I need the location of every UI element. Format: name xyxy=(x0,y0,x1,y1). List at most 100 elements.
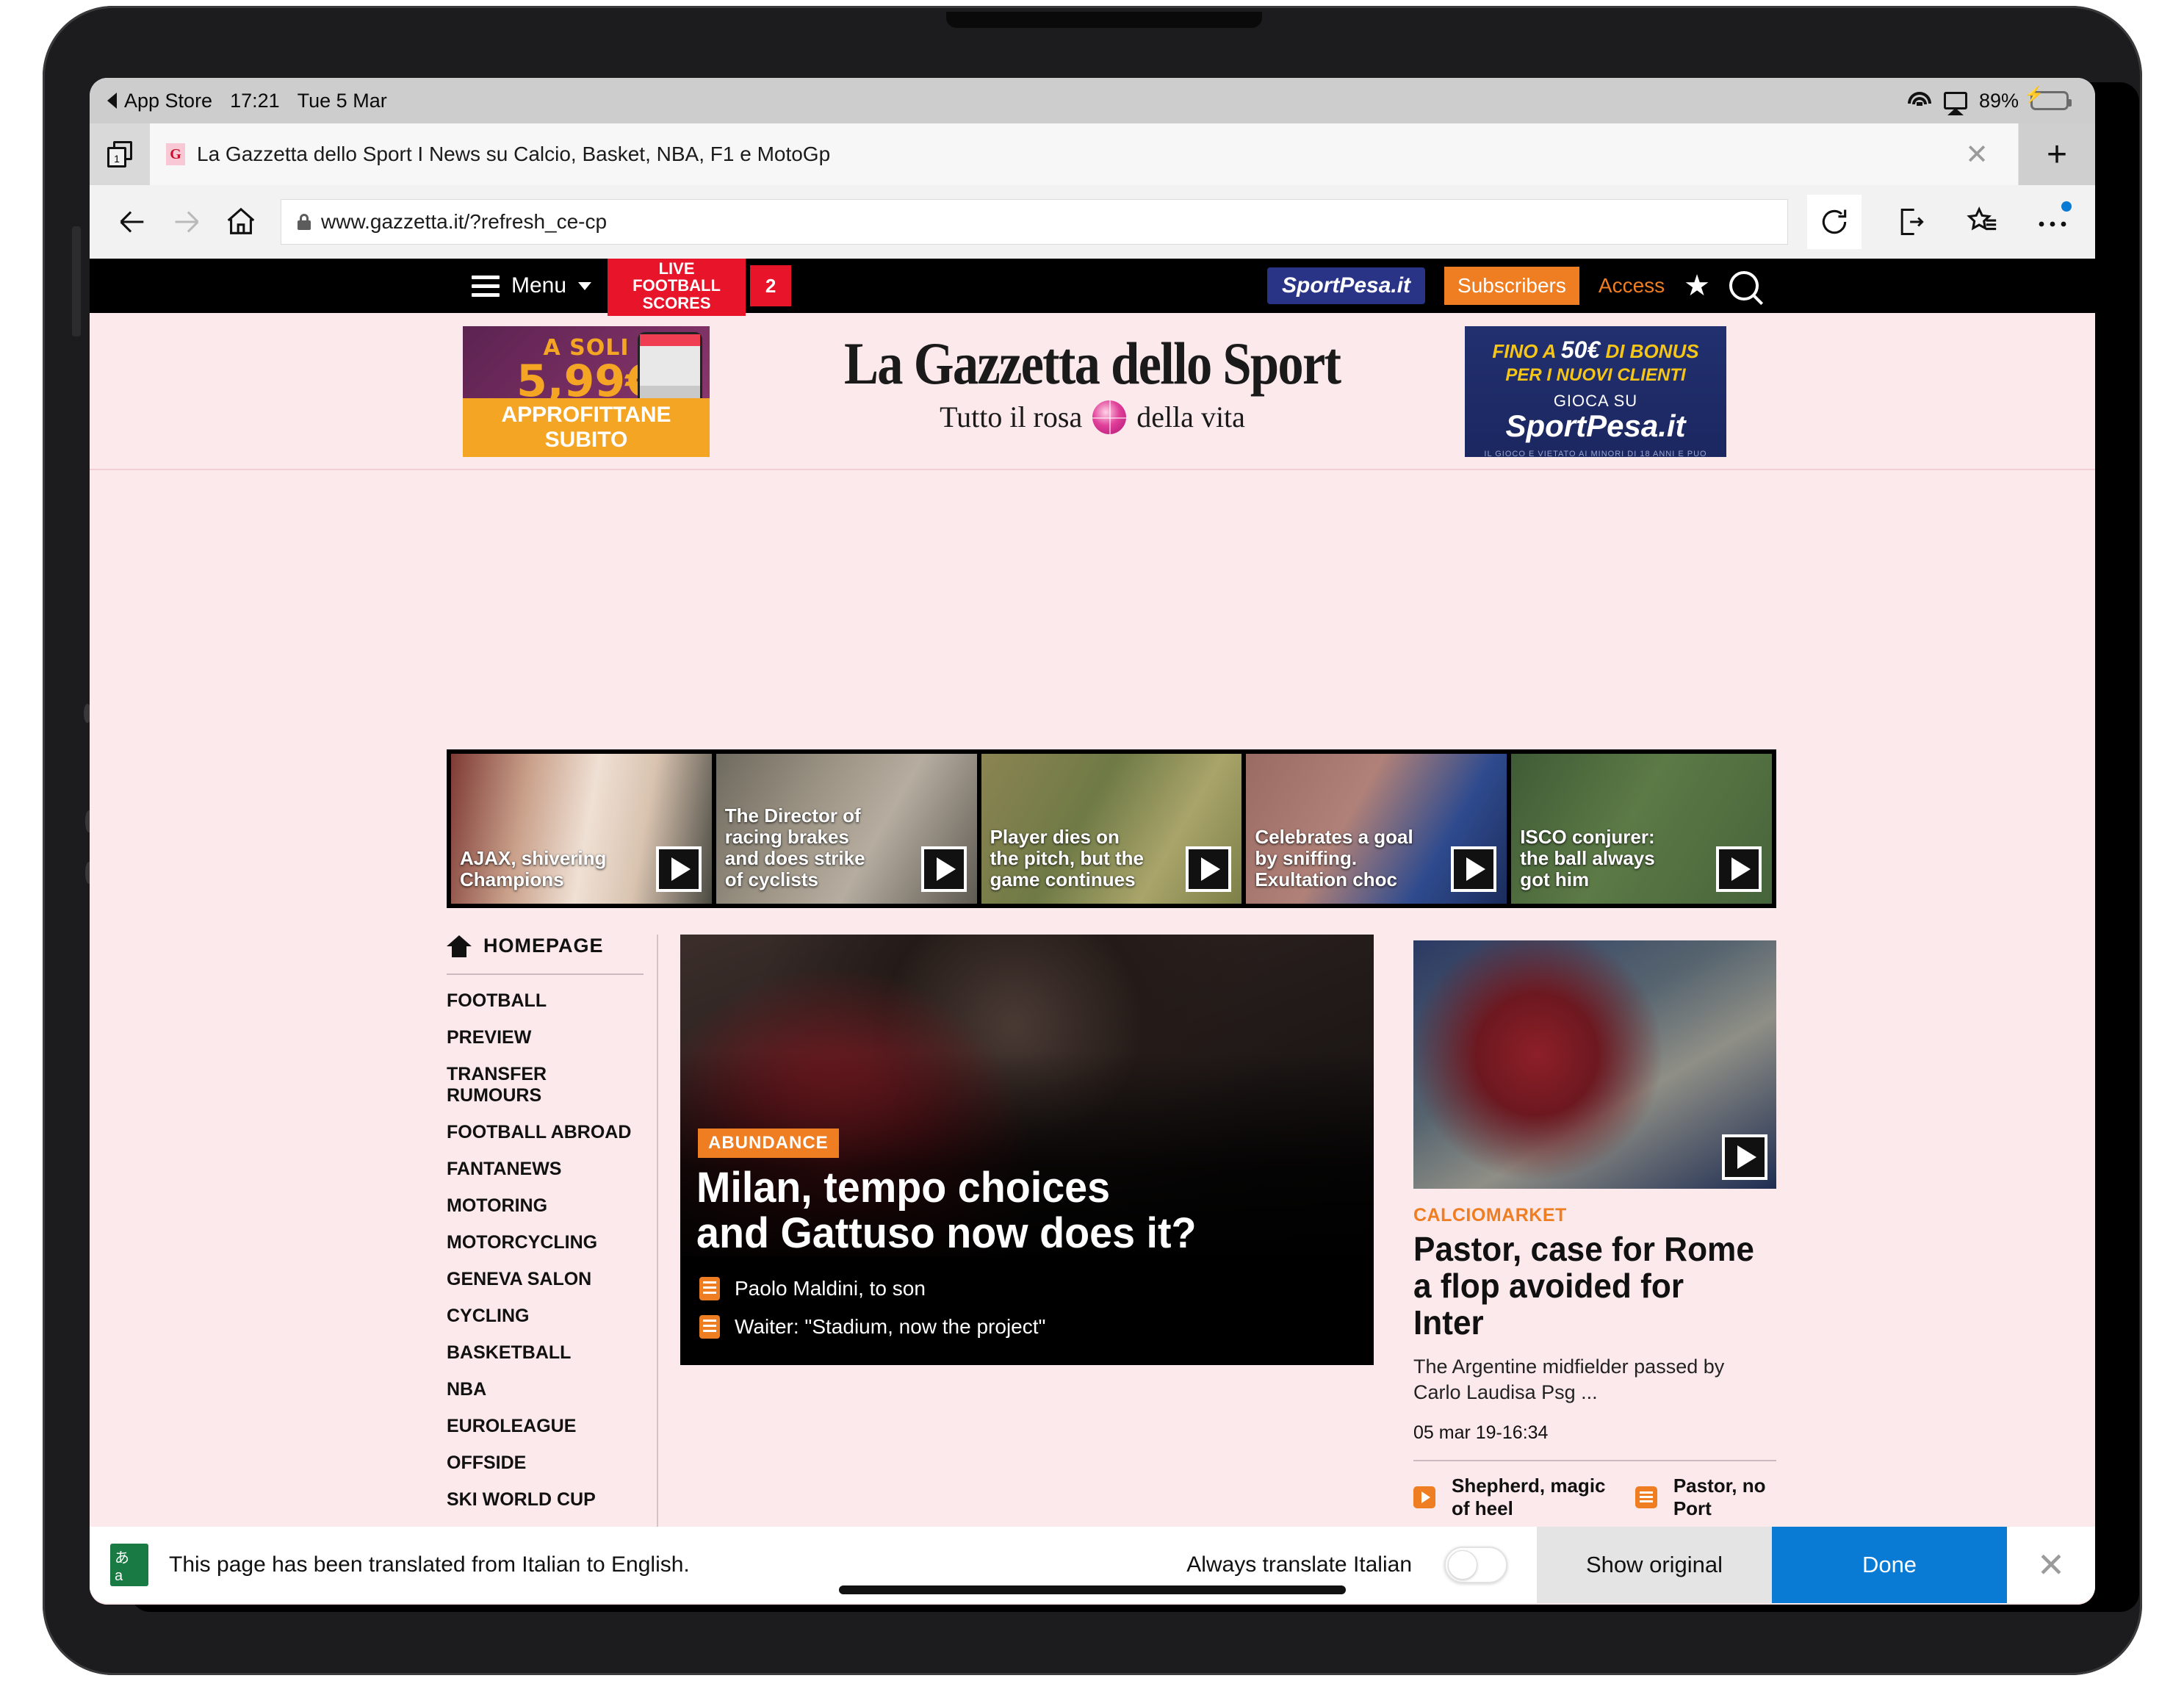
sidebar-item-motoring[interactable]: MOTORING xyxy=(447,1180,644,1217)
play-icon[interactable] xyxy=(1451,846,1497,892)
video-card[interactable]: Player dies on the pitch, but the game c… xyxy=(981,754,1242,904)
sidebar-item-ski-world-cup[interactable]: SKI WORLD CUP xyxy=(447,1474,644,1511)
video-caption: ISCO conjurer: the ball always got him xyxy=(1520,825,1655,890)
tab-list-button[interactable]: 1 xyxy=(90,123,150,185)
tagline-left: Tutto il rosa xyxy=(940,400,1083,433)
reload-icon[interactable] xyxy=(1807,195,1862,249)
live-scores-count-badge[interactable]: 2 xyxy=(750,265,792,306)
done-button[interactable]: Done xyxy=(1772,1527,2007,1603)
hero-link-item[interactable]: Waiter: "Stadium, now the project" xyxy=(680,1308,1374,1346)
device-notch xyxy=(946,12,1262,28)
favorites-star-icon[interactable] xyxy=(1961,201,2003,242)
status-bar-left: App Store 17:21 Tue 5 Mar xyxy=(107,90,387,112)
article-icon[interactable] xyxy=(1635,1486,1657,1508)
back-app-label[interactable]: App Store xyxy=(124,90,212,112)
hero-link-item[interactable]: Paolo Maldini, to son xyxy=(680,1270,1374,1308)
video-carousel[interactable]: AJAX, shivering Champions The Director o… xyxy=(447,749,1776,908)
web-page-viewport[interactable]: Menu LIVE FOOTBALL SCORES 2 SportPesa.it… xyxy=(90,259,2095,1605)
sidebar-item-geneva-salon[interactable]: GENEVA SALON xyxy=(447,1253,644,1290)
play-icon[interactable] xyxy=(1715,846,1762,892)
sidebar-item-label: FOOTBALL ABROAD xyxy=(447,1122,632,1142)
live-football-scores-button[interactable]: LIVE FOOTBALL SCORES xyxy=(608,259,746,316)
play-icon[interactable] xyxy=(1413,1486,1435,1508)
close-tab-icon[interactable]: ✕ xyxy=(1952,138,2002,171)
back-arrow-icon[interactable] xyxy=(112,201,153,242)
battery-percent-label: 89% xyxy=(1978,89,2019,112)
sidebar-item-cycling[interactable]: CYCLING xyxy=(447,1290,644,1327)
toggle-knob xyxy=(1448,1550,1477,1580)
secondary-article[interactable]: CALCIOMARKET Pastor, case for Rome a flo… xyxy=(1413,940,1776,1520)
ad-right-amount: 50€ xyxy=(1560,336,1601,363)
sidebar-item-fantanews[interactable]: FANTANEWS xyxy=(447,1143,644,1180)
sidebar-item-transfer-rumours[interactable]: TRANSFER RUMOURS xyxy=(447,1048,644,1106)
secondary-article-headline: Pastor, case for Rome a flop avoided for… xyxy=(1413,1231,1762,1342)
video-card[interactable]: The Director of racing brakes and does s… xyxy=(716,754,977,904)
video-caption: AJAX, shivering Champions xyxy=(460,846,607,890)
home-indicator[interactable] xyxy=(838,1585,1346,1594)
hero-image: ABUNDANCE Milan, tempo choices and Gattu… xyxy=(680,935,1374,1258)
sportpesa-ad-banner[interactable]: FINO A 50€ DI BONUS PER I NUOVI CLIENTI … xyxy=(1465,326,1726,457)
tab-title: La Gazzetta dello Sport I News su Calcio… xyxy=(197,143,831,165)
tabs-icon: 1 xyxy=(107,141,132,168)
browser-nav-bar: www.gazzetta.it/?refresh_ce-cp xyxy=(90,185,2095,259)
play-icon[interactable] xyxy=(655,846,702,892)
subscribers-button[interactable]: Subscribers xyxy=(1444,267,1579,305)
video-card[interactable]: Celebrates a goal by sniffing. Exultatio… xyxy=(1246,754,1507,904)
ad-right-line2: PER I NUOVI CLIENTI xyxy=(1505,365,1686,385)
play-icon[interactable] xyxy=(920,846,967,892)
more-options-icon[interactable] xyxy=(2032,201,2073,242)
always-translate-label: Always translate Italian xyxy=(1186,1552,1412,1577)
menu-button[interactable]: Menu xyxy=(472,273,592,298)
sidebar-item-football[interactable]: FOOTBALL xyxy=(447,975,644,1012)
video-caption: The Director of racing brakes and does s… xyxy=(724,804,865,890)
translate-message: This page has been translated from Itali… xyxy=(169,1552,690,1577)
hero-article[interactable]: ABUNDANCE Milan, tempo choices and Gattu… xyxy=(680,935,1374,1365)
star-icon[interactable]: ★ xyxy=(1684,271,1710,300)
always-translate-toggle[interactable] xyxy=(1444,1547,1507,1583)
sidebar-item-homepage[interactable]: HOMEPAGE xyxy=(447,935,644,975)
play-icon[interactable] xyxy=(1722,1134,1767,1180)
access-link[interactable]: Access xyxy=(1599,274,1665,298)
secondary-article-timestamp: 05 mar 19-16:34 xyxy=(1413,1422,1549,1443)
site-navigation-bar: Menu LIVE FOOTBALL SCORES 2 SportPesa.it… xyxy=(90,259,2095,316)
sidebar-item-nba[interactable]: NBA xyxy=(447,1364,644,1400)
sidebar-item-basketball[interactable]: BASKETBALL xyxy=(447,1327,644,1364)
secondary-link-label[interactable]: Pastor, no Port xyxy=(1673,1475,1776,1520)
back-to-app-icon[interactable] xyxy=(107,93,117,109)
play-icon[interactable] xyxy=(1186,846,1232,892)
sidebar-item-label: CYCLING xyxy=(447,1306,530,1326)
secondary-article-image xyxy=(1413,940,1776,1189)
hero-headline: Milan, tempo choices and Gattuso now doe… xyxy=(696,1165,1197,1256)
hero-links: Paolo Maldini, to son Waiter: "Stadium, … xyxy=(680,1256,1374,1365)
close-icon[interactable]: ✕ xyxy=(2007,1545,2095,1585)
site-logo-block[interactable]: La Gazzetta dello Sport Tutto il rosa de… xyxy=(90,329,2095,434)
new-tab-button[interactable]: + xyxy=(2019,123,2095,185)
send-to-device-icon[interactable] xyxy=(1891,201,1932,242)
sidebar-item-football-abroad[interactable]: FOOTBALL ABROAD xyxy=(447,1106,644,1143)
power-button[interactable] xyxy=(72,226,81,336)
translate-icon: あa xyxy=(110,1544,148,1586)
video-card[interactable]: ISCO conjurer: the ball always got him xyxy=(1511,754,1772,904)
sidebar-item-motorcycling[interactable]: MOTORCYCLING xyxy=(447,1217,644,1253)
video-card[interactable]: AJAX, shivering Champions xyxy=(451,754,712,904)
sidebar-item-label: MOTORCYCLING xyxy=(447,1232,598,1253)
sportpesa-logo[interactable]: SportPesa.it xyxy=(1266,267,1426,304)
sidebar-item-label: MOTORING xyxy=(447,1195,548,1216)
article-icon xyxy=(699,1277,720,1300)
sidebar-item-label: OFFSIDE xyxy=(447,1453,527,1473)
sidebar-item-preview[interactable]: PREVIEW xyxy=(447,1012,644,1048)
search-icon[interactable] xyxy=(1729,271,1759,300)
masthead: A SOLI 5,99€ AL MESE PER 3 MESI APPROFIT… xyxy=(90,313,2095,470)
secondary-link-label[interactable]: Shepherd, magic of heel xyxy=(1452,1475,1619,1520)
url-text: www.gazzetta.it/?refresh_ce-cp xyxy=(321,210,608,233)
address-bar[interactable]: www.gazzetta.it/?refresh_ce-cp xyxy=(281,199,1788,245)
home-icon[interactable] xyxy=(220,201,262,242)
video-caption: Player dies on the pitch, but the game c… xyxy=(990,825,1145,890)
sidebar-item-label: SKI WORLD CUP xyxy=(447,1489,596,1510)
sidebar-item-offside[interactable]: OFFSIDE xyxy=(447,1437,644,1474)
article-icon xyxy=(699,1315,720,1339)
show-original-button[interactable]: Show original xyxy=(1537,1527,1772,1603)
device-screen: App Store 17:21 Tue 5 Mar 89% ⚡ 1 G La G… xyxy=(90,78,2095,1605)
browser-tab[interactable]: G La Gazzetta dello Sport I News su Calc… xyxy=(150,123,2019,185)
sidebar-item-euroleague[interactable]: EUROLEAGUE xyxy=(447,1400,644,1437)
